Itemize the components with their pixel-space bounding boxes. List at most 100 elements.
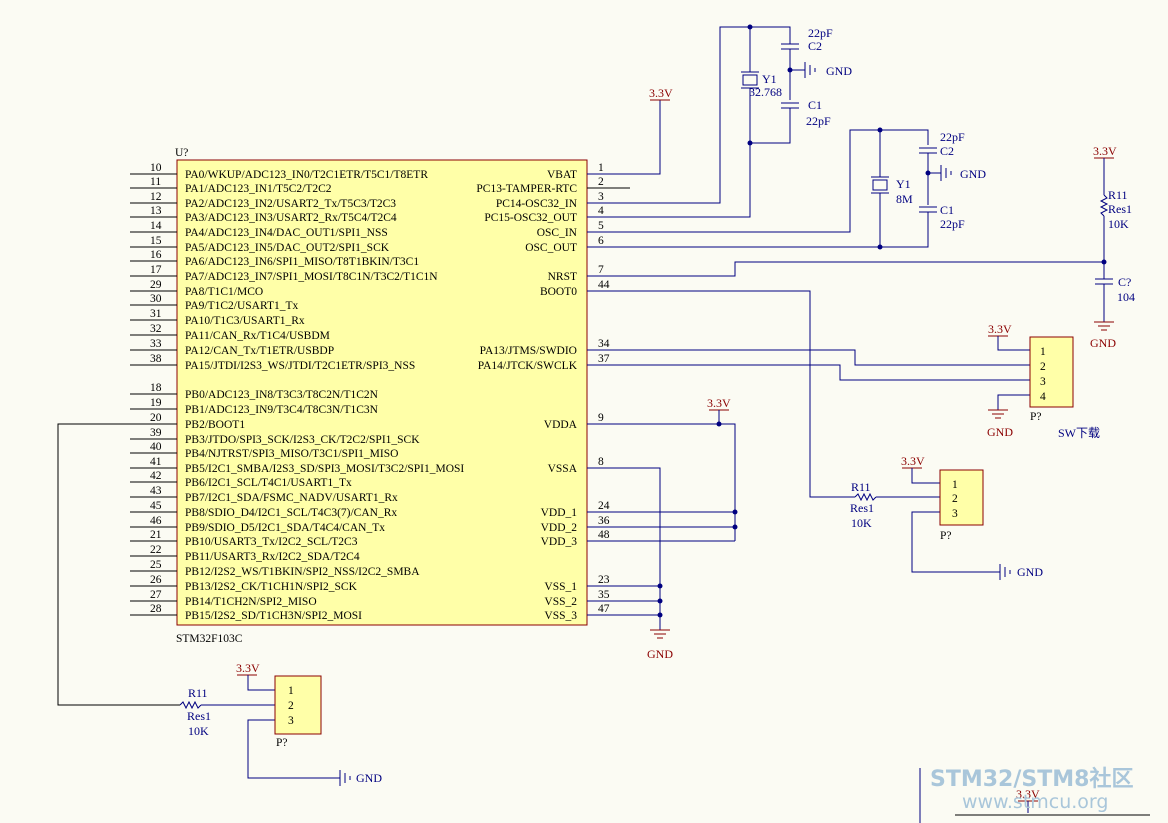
reset-cap-designator: C?	[1118, 275, 1131, 289]
sw-gnd-label: GND	[987, 425, 1013, 439]
c1-8m-value: 22pF	[940, 217, 965, 231]
boot0-r-value: 10K	[851, 516, 872, 530]
left-pin-name: PA15/JTDI/I2S3_WS/JTDI/T2C1ETR/SPI3_NSS	[185, 360, 415, 372]
left-pin-number: 45	[150, 500, 162, 512]
sw-header-caption: SW下载	[1058, 426, 1100, 440]
left-pin-name: PA2/ADC123_IN2/USART2_Tx/T5C3/T2C3	[185, 198, 396, 210]
left-pin-number: 17	[150, 264, 162, 276]
left-pin-name: PB15/I2S2_SD/T1CH3N/SPI2_MOSI	[185, 610, 362, 622]
right-pin-name: VDD_1	[541, 507, 578, 519]
left-pin-name: PA3/ADC123_IN3/USART2_Rx/T5C4/T2C4	[185, 212, 397, 224]
right-pin-number: 44	[598, 279, 610, 291]
right-pin-number: 48	[598, 529, 610, 541]
left-pin-number: 33	[150, 338, 162, 350]
right-pin-number: 37	[598, 353, 610, 365]
boot0-gnd-label: GND	[1017, 565, 1043, 579]
sw-download-header: 3.3V GND 1 2 3 4 P? SW下载	[587, 322, 1100, 440]
boot1-3v3-label: 3.3V	[236, 661, 260, 675]
right-pin-number: 23	[598, 574, 610, 586]
y1-8m-designator: Y1	[896, 177, 911, 191]
left-pin-number: 46	[150, 515, 162, 527]
left-pin-number: 22	[150, 544, 162, 556]
boot1-pin-1: 1	[288, 685, 294, 697]
sw-pin-4: 4	[1040, 391, 1046, 403]
sw-header-body	[1029, 336, 1074, 408]
left-pin-number: 27	[150, 589, 162, 601]
left-pin-number: 19	[150, 397, 162, 409]
right-pin-number: 4	[598, 205, 604, 217]
left-pin-name: PB1/ADC123_IN9/T3C4/T8C3N/T1C3N	[185, 404, 379, 416]
crystal-8m-network: Y1 8M 22pF C2 GND C1 22pF	[587, 127, 986, 250]
gnd-8m-label: GND	[960, 167, 986, 181]
left-pin-number: 43	[150, 485, 162, 497]
right-pin-number: 9	[598, 412, 604, 424]
left-pin-number: 13	[150, 205, 162, 217]
right-pin-name: PA14/JTCK/SWCLK	[478, 360, 578, 372]
watermark: STM32/STM8社区 www.stmcu.org	[930, 766, 1133, 813]
reset-r-value: 10K	[1108, 217, 1129, 231]
left-pin-name: PB3/JTDO/SPI3_SCK/I2S3_CK/T2C2/SPI1_SCK	[185, 434, 420, 446]
left-pin-name: PB6/I2C1_SCL/T4C1/USART1_Tx	[185, 477, 352, 489]
vbat-power: 3.3V	[587, 86, 673, 175]
right-pin-name: VSS_2	[544, 596, 577, 608]
reset-3v3-label: 3.3V	[1093, 144, 1117, 158]
left-pin-number: 41	[150, 456, 162, 468]
reset-r11-designator: R11	[1108, 188, 1128, 202]
reset-res1-label: Res1	[1108, 202, 1132, 216]
right-pin-name: VDD_2	[541, 522, 578, 534]
left-pin-name: PB8/SDIO_D4/I2C1_SCL/T4C3(7)/CAN_Rx	[185, 507, 397, 519]
right-pin-name: NRST	[548, 271, 577, 283]
right-pin-name: BOOT0	[540, 286, 577, 298]
boot1-gnd-label: GND	[356, 771, 382, 785]
right-pin-name: VBAT	[547, 169, 577, 181]
boot0-pin-1: 1	[952, 479, 958, 491]
right-pin-number: 35	[598, 589, 610, 601]
right-pin-number: 5	[598, 220, 604, 232]
boot0-jumper: 3.3V R11 Res1 10K 1 2 3 P? GND	[587, 290, 1043, 580]
boot1-res1-label: Res1	[187, 709, 211, 723]
watermark-logo: STM32/STM8社区	[930, 766, 1133, 792]
right-pin-name: PC15-OSC32_OUT	[484, 212, 577, 224]
left-pin-name: PA11/CAN_Rx/T1C4/USBDM	[185, 330, 330, 342]
vss-gnd-label: GND	[647, 647, 673, 661]
c2-8m-designator: C2	[940, 144, 954, 158]
left-pin-name: PA12/CAN_Tx/T1ETR/USBDP	[185, 345, 334, 357]
c2-32k-designator: C2	[808, 39, 822, 53]
mcu-part-name: STM32F103C	[176, 633, 243, 645]
right-pin-number: 8	[598, 456, 604, 468]
left-pin-number: 10	[150, 162, 162, 174]
left-pin-number: 28	[150, 603, 162, 615]
left-pin-number: 29	[150, 279, 162, 291]
right-pin-name: VDD_3	[541, 536, 578, 548]
left-pin-number: 16	[150, 249, 162, 261]
left-pin-name: PA5/ADC123_IN5/DAC_OUT2/SPI1_SCK	[185, 242, 390, 254]
watermark-url: www.stmcu.org	[962, 791, 1108, 813]
mcu-designator: U?	[175, 147, 188, 159]
reset-gnd-label: GND	[1090, 336, 1116, 350]
sw-pin-1: 1	[1040, 346, 1046, 358]
left-pin-number: 30	[150, 293, 162, 305]
left-pin-number: 32	[150, 323, 162, 335]
power-ground-bus: 3.3V GND	[587, 396, 738, 661]
boot0-pin-3: 3	[952, 508, 958, 520]
left-pin-number: 20	[150, 412, 162, 424]
vbat-3v3-label: 3.3V	[649, 86, 673, 100]
left-pin-number: 31	[150, 308, 162, 320]
left-pin-name: PB0/ADC123_IN8/T3C3/T8C2N/T1C2N	[185, 389, 379, 401]
sw-pin-2: 2	[1040, 361, 1046, 373]
left-pin-number: 12	[150, 191, 162, 203]
right-pin-number: 6	[598, 235, 604, 247]
vdd-3v3-label: 3.3V	[707, 396, 731, 410]
right-pin-name: OSC_IN	[537, 227, 578, 239]
left-pin-name: PB11/USART3_Rx/I2C2_SDA/T2C4	[185, 551, 360, 563]
left-pin-name: PA7/ADC123_IN7/SPI1_MOSI/T8C1N/T3C2/T1C1…	[185, 271, 438, 283]
left-pin-number: 25	[150, 559, 162, 571]
crystal-y1-32k	[742, 74, 758, 86]
left-pin-name: PB9/SDIO_D5/I2C1_SDA/T4C4/CAN_Tx	[185, 522, 385, 534]
c2-32k-value: 22pF	[808, 26, 833, 40]
c2-8m-value: 22pF	[940, 130, 965, 144]
sw-pin-3: 3	[1040, 376, 1046, 388]
boot0-pin-2: 2	[952, 493, 958, 505]
left-pin-name: PA10/T1C3/USART1_Rx	[185, 315, 305, 327]
sw-header-designator: P?	[1030, 411, 1042, 423]
